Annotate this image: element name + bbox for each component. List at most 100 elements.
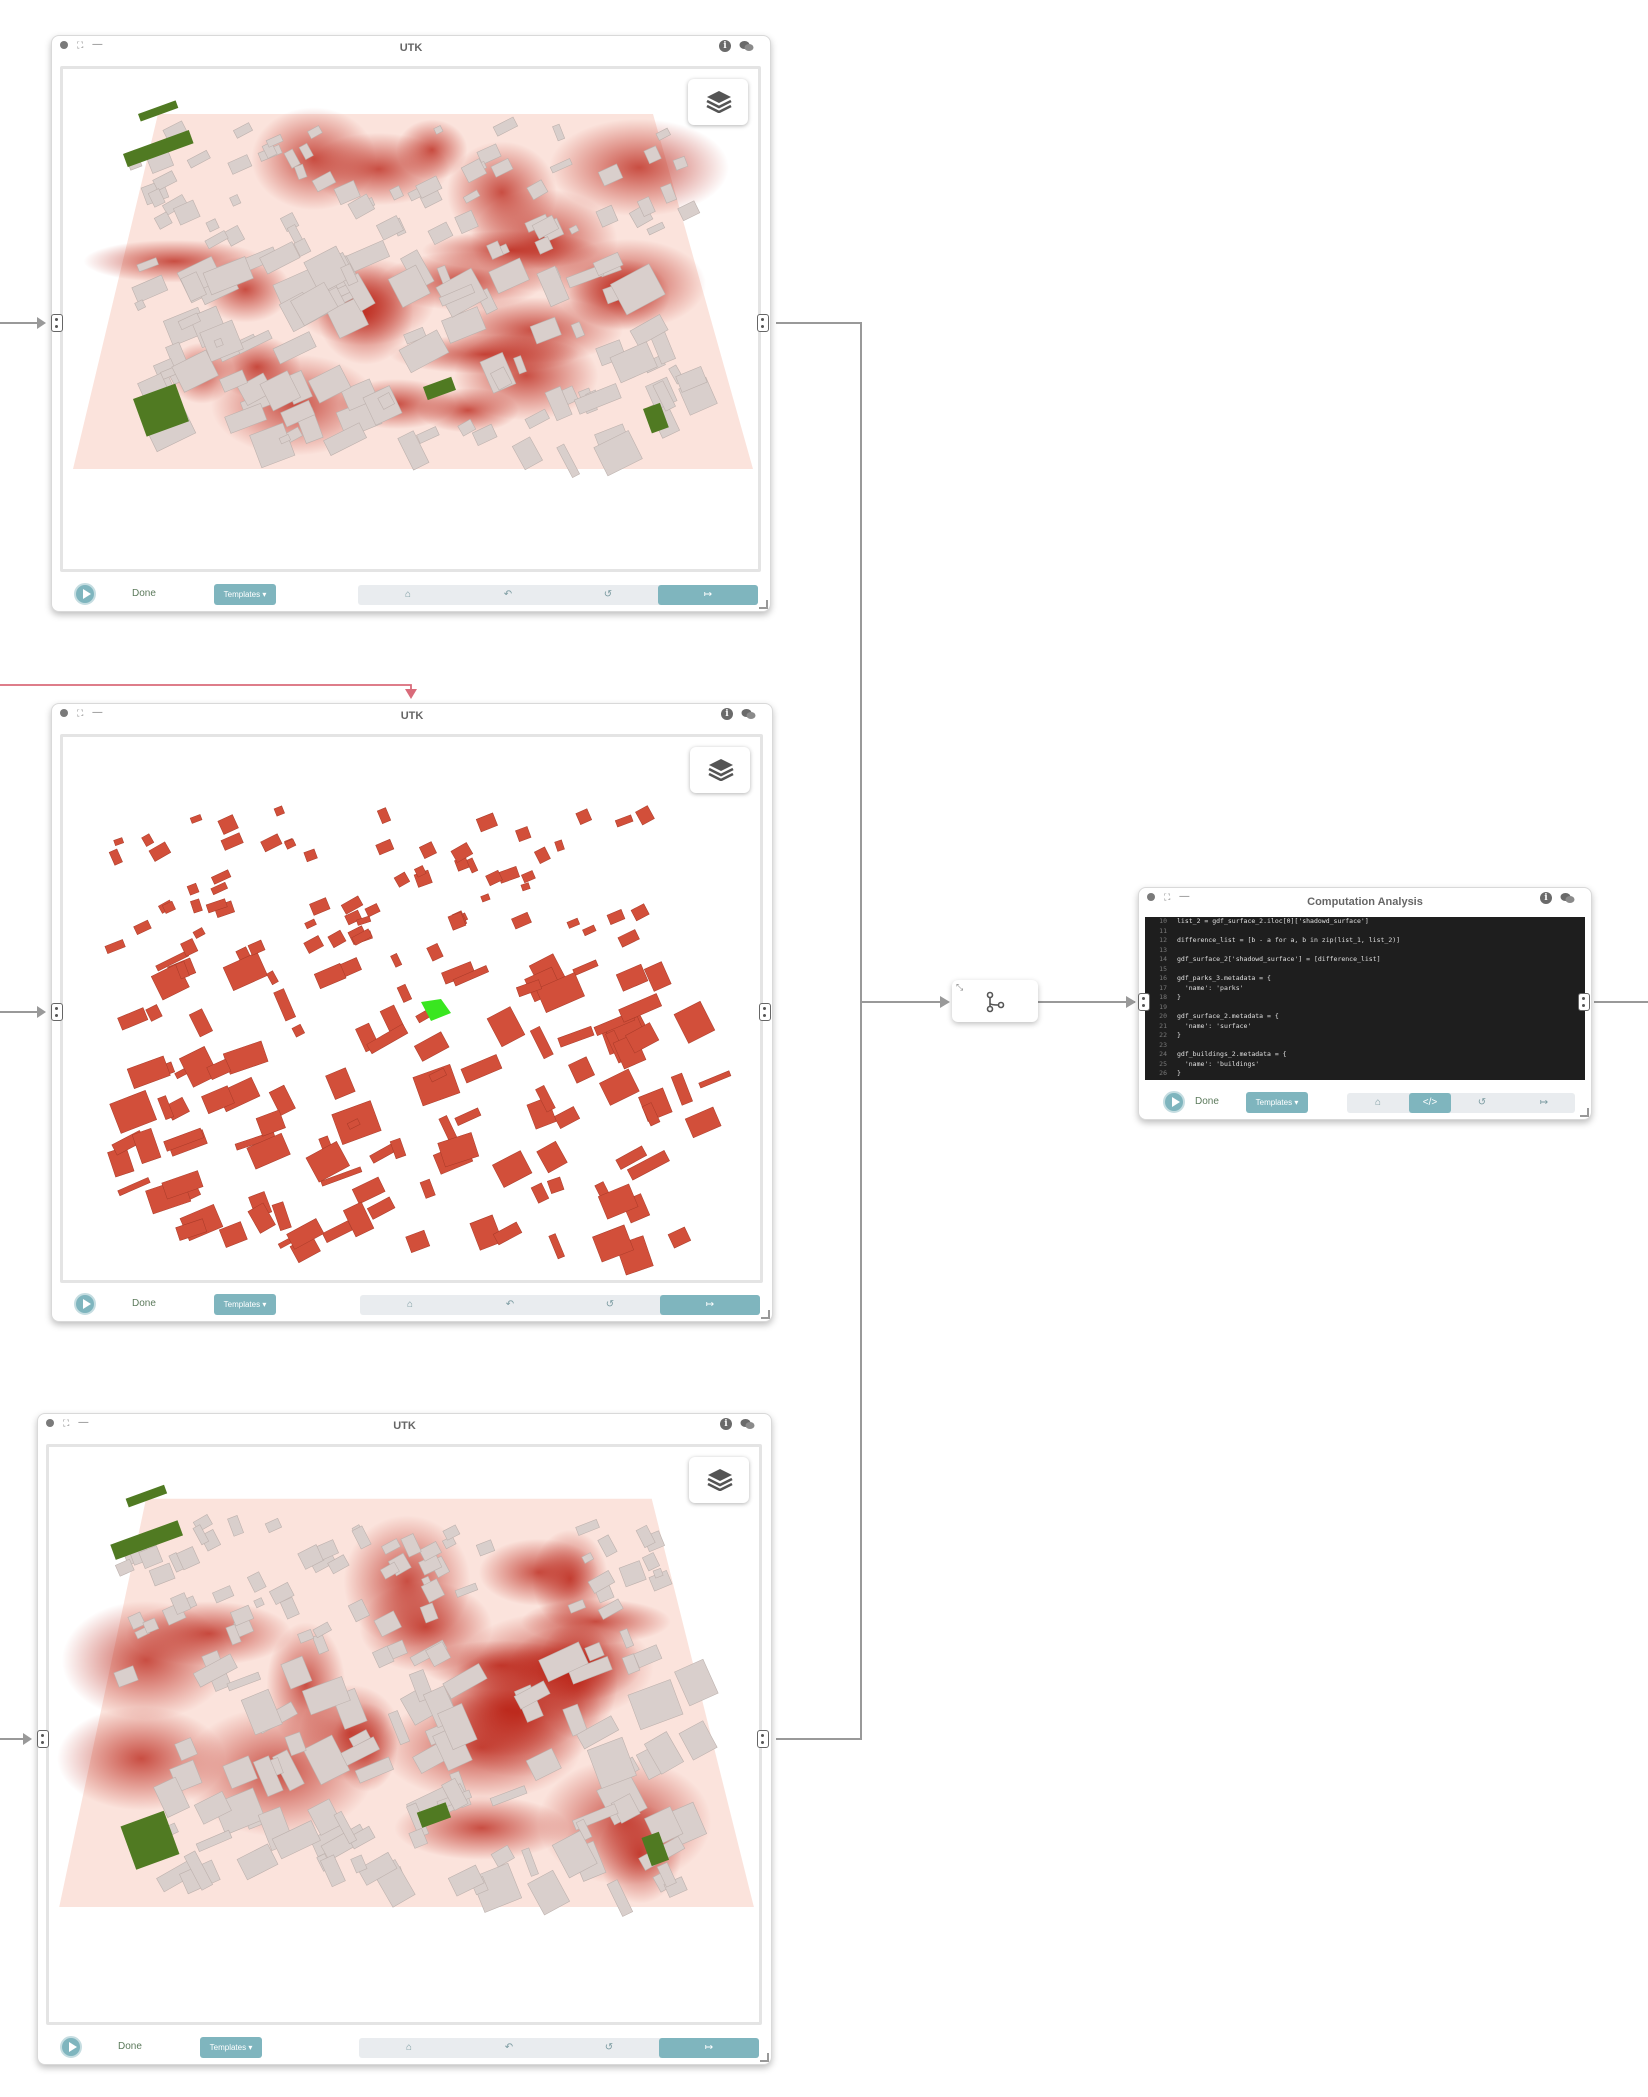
code-text: gdf_parks_3.metadata = { [1177, 974, 1271, 982]
map-view[interactable] [60, 734, 763, 1283]
status-text: Done [132, 588, 156, 599]
line-number: 14 [1159, 955, 1167, 963]
run-button[interactable] [1163, 1091, 1185, 1113]
status-text: Done [118, 2041, 142, 2052]
utk-node-2[interactable]: ⛶ — UTK i Done Templates ▾ ⌂ ↶ ↺ ↦ [51, 703, 773, 1322]
export-button[interactable]: ↦ [660, 1295, 760, 1315]
undo-button[interactable]: ↶ [459, 2038, 559, 2058]
layers-button[interactable] [688, 79, 748, 125]
node-title: UTK [399, 42, 423, 54]
node-titlebar[interactable]: ⛶ — UTK i [52, 36, 770, 58]
layers-button[interactable] [689, 1457, 749, 1503]
templates-dropdown[interactable]: Templates ▾ [214, 584, 276, 605]
export-button[interactable]: ↦ [658, 585, 758, 605]
input-port-node-3[interactable] [37, 1730, 49, 1748]
run-button[interactable] [74, 583, 96, 605]
code-line: 18} [1145, 993, 1585, 1003]
undo-button[interactable]: ↶ [460, 1295, 560, 1315]
comments-icon[interactable] [740, 1418, 755, 1430]
node-toolbar: ⌂ ↶ ↺ ↦ [358, 585, 758, 605]
code-line: 26} [1145, 1069, 1585, 1079]
code-line: 20 gdf_surface_2.metadata = { [1145, 1012, 1585, 1022]
node-title: UTK [393, 1420, 416, 1432]
code-line: 22} [1145, 1031, 1585, 1041]
node-footer: Done Templates ▾ ⌂ </> ↺ ↦ [1139, 1085, 1591, 1119]
info-icon[interactable]: i [719, 40, 731, 52]
code-toggle-button[interactable]: </> [1409, 1093, 1451, 1113]
buildings-selection-map [104, 805, 732, 1276]
code-text: gdf_surface_2['shadowd_surface'] = [diff… [1177, 955, 1381, 963]
node-titlebar[interactable]: ⛶ — UTK i [52, 704, 772, 726]
info-icon[interactable]: i [720, 1418, 732, 1430]
undo-button[interactable]: ↶ [458, 585, 558, 605]
code-text: difference_list = [b - a for a, b in zip… [1177, 936, 1401, 944]
reset-button[interactable]: ↺ [1451, 1093, 1513, 1113]
node-titlebar[interactable]: ⛶ — UTK i [38, 1414, 771, 1436]
home-button[interactable]: ⌂ [360, 1295, 460, 1315]
run-button[interactable] [60, 2036, 82, 2058]
output-port-node-2[interactable] [759, 1003, 771, 1021]
merge-flow-node[interactable] [952, 980, 1038, 1022]
map-view[interactable] [46, 1444, 762, 2025]
utk-node-1[interactable]: ⛶ — UTK i Done Templates ▾ ⌂ ↶ ↺ ↦ [51, 35, 771, 612]
export-button[interactable]: ↦ [659, 2038, 759, 2058]
code-text: } [1177, 1069, 1181, 1077]
code-line: 15 [1145, 965, 1585, 975]
templates-dropdown[interactable]: Templates ▾ [1246, 1092, 1308, 1113]
output-port-node-3[interactable] [757, 1730, 769, 1748]
shadow-heatmap-map [73, 100, 753, 479]
shadow-heatmap-map [57, 1484, 754, 1917]
line-number: 22 [1159, 1031, 1167, 1039]
merge-collapse-icon[interactable]: ⤡ [956, 982, 963, 993]
resize-handle[interactable] [761, 1310, 770, 1319]
export-button[interactable]: ↦ [1513, 1093, 1575, 1113]
home-button[interactable]: ⌂ [1347, 1093, 1409, 1113]
code-text: 'name': 'buildings' [1177, 1059, 1260, 1068]
resize-handle[interactable] [760, 2053, 769, 2062]
code-text: list_2 = gdf_surface_2.iloc[0]['shadowd_… [1177, 917, 1369, 925]
comments-icon[interactable] [739, 40, 754, 52]
line-number: 20 [1159, 1012, 1167, 1020]
node-footer: Done Templates ▾ ⌂ ↶ ↺ ↦ [52, 1287, 772, 1321]
line-number: 15 [1159, 964, 1167, 973]
layers-button[interactable] [690, 747, 750, 793]
templates-dropdown[interactable]: Templates ▾ [214, 1294, 276, 1315]
reset-button[interactable]: ↺ [558, 585, 658, 605]
layers-icon [708, 759, 734, 781]
home-button[interactable]: ⌂ [359, 2038, 459, 2058]
info-icon[interactable]: i [1540, 892, 1552, 904]
code-text: gdf_buildings_2.metadata = { [1177, 1050, 1287, 1058]
output-port-computation[interactable] [1578, 993, 1590, 1011]
input-port-node-2[interactable] [51, 1003, 63, 1021]
code-editor[interactable]: 10 list_2 = gdf_surface_2.iloc[0]['shadow… [1145, 917, 1585, 1080]
node-titlebar[interactable]: ⛶ — Computation Analysis i [1139, 888, 1591, 910]
node-title: Computation Analysis [1307, 896, 1423, 908]
info-icon[interactable]: i [721, 708, 733, 720]
home-button[interactable]: ⌂ [358, 585, 458, 605]
computation-analysis-node[interactable]: ⛶ — Computation Analysis i 10 list_2 = gd… [1138, 887, 1592, 1120]
run-button[interactable] [74, 1293, 96, 1315]
resize-handle[interactable] [1580, 1108, 1589, 1117]
reset-button[interactable]: ↺ [560, 1295, 660, 1315]
input-port-computation[interactable] [1138, 993, 1150, 1011]
line-number: 17 [1159, 983, 1167, 992]
map-view[interactable] [60, 66, 761, 572]
code-line: 16 gdf_parks_3.metadata = { [1145, 974, 1585, 984]
code-line: 13 [1145, 946, 1585, 956]
reset-button[interactable]: ↺ [559, 2038, 659, 2058]
line-number: 13 [1159, 945, 1167, 954]
templates-dropdown[interactable]: Templates ▾ [200, 2037, 262, 2058]
code-line: 25 'name': 'buildings' [1145, 1060, 1585, 1070]
comments-icon[interactable] [741, 708, 756, 720]
layers-icon [706, 91, 732, 113]
code-line: 12 difference_list = [b - a for a, b in z… [1145, 936, 1585, 946]
code-line: 24 gdf_buildings_2.metadata = { [1145, 1050, 1585, 1060]
output-port-node-1[interactable] [757, 314, 769, 332]
line-number: 11 [1159, 926, 1167, 935]
wire-node-3-to-merge [776, 1002, 862, 1740]
utk-node-3[interactable]: ⛶ — UTK i Done Templates ▾ ⌂ ↶ ↺ ↦ [37, 1413, 772, 2065]
resize-handle[interactable] [759, 600, 768, 609]
input-port-node-1[interactable] [51, 314, 63, 332]
node-title: UTK [400, 710, 424, 722]
comments-icon[interactable] [1560, 892, 1575, 904]
